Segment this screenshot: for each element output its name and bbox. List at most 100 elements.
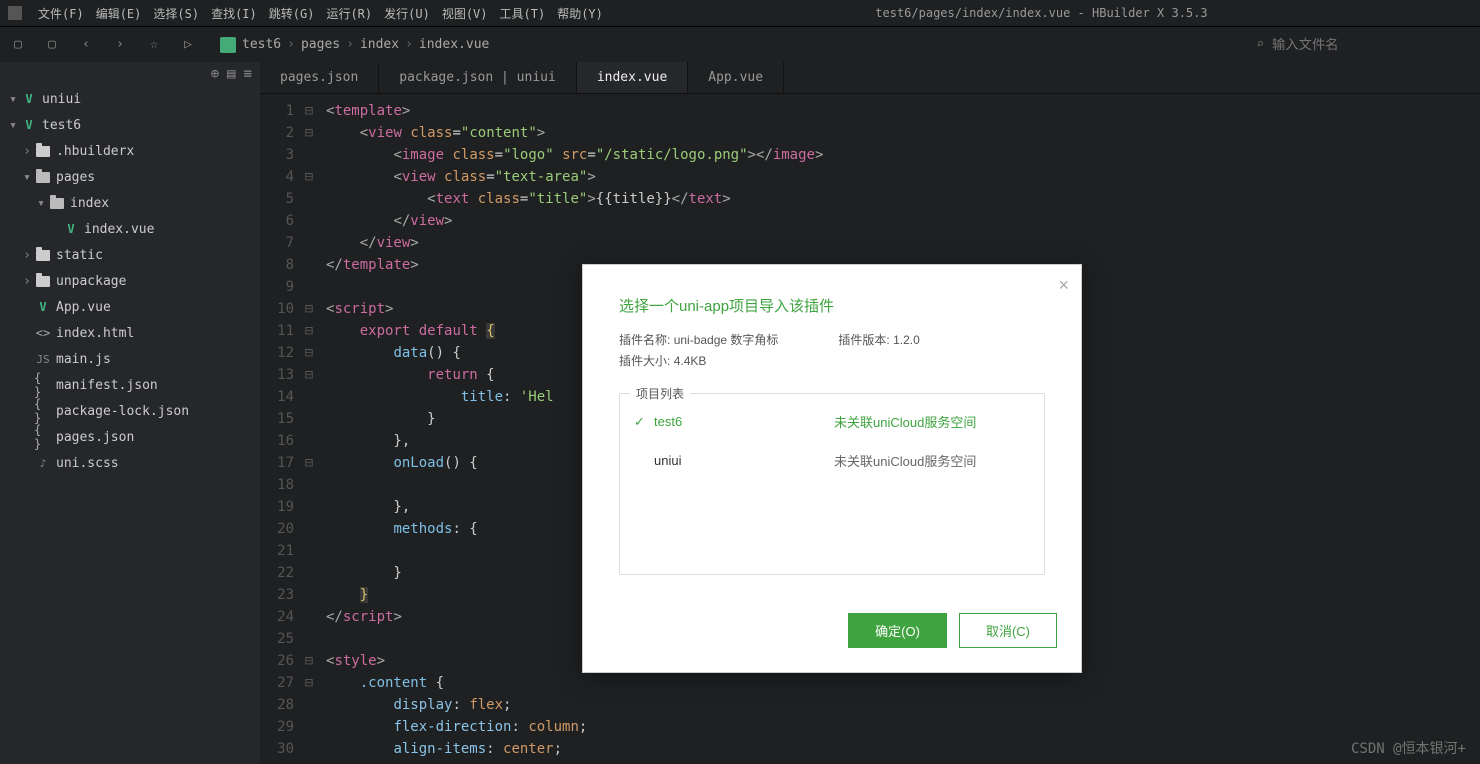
tree-item[interactable]: V App.vue bbox=[0, 294, 260, 320]
crumb[interactable]: test6 bbox=[242, 37, 281, 52]
project-name: uniui bbox=[654, 453, 834, 468]
plugin-version-row: 插件版本: 1.2.0 bbox=[838, 330, 919, 350]
ok-button[interactable]: 确定(O) bbox=[848, 613, 947, 648]
tree-item-label: static bbox=[56, 248, 103, 263]
project-status: 未关联uniCloud服务空间 bbox=[834, 412, 976, 431]
folder-icon bbox=[34, 273, 52, 289]
project-row[interactable]: ✓test6未关联uniCloud服务空间 bbox=[620, 402, 1044, 441]
tree-item[interactable]: JS main.js bbox=[0, 346, 260, 372]
add-icon[interactable]: ⊕ bbox=[211, 66, 219, 82]
js-icon: JS bbox=[34, 351, 52, 367]
chevron-icon[interactable]: › bbox=[20, 144, 34, 159]
vue-file-icon bbox=[220, 37, 236, 53]
toolbar: ▢ ▢ ‹ › ☆ ▷ test6› pages› index› index.v… bbox=[0, 26, 1480, 62]
json-icon: { } bbox=[34, 403, 52, 419]
tree-item-label: uni.scss bbox=[56, 456, 119, 471]
tree-item[interactable]: Vindex.vue bbox=[0, 216, 260, 242]
crumb[interactable]: index bbox=[360, 37, 399, 52]
menu-item[interactable]: 查找(I) bbox=[205, 3, 263, 24]
tree-item[interactable]: › .hbuilderx bbox=[0, 138, 260, 164]
breadcrumb[interactable]: test6› pages› index› index.vue bbox=[220, 37, 489, 53]
plugin-size-row: 插件大小: 4.4KB bbox=[619, 352, 1045, 369]
run-icon[interactable]: ▷ bbox=[178, 35, 198, 55]
editor-tab[interactable]: index.vue bbox=[577, 62, 688, 93]
html-icon: <> bbox=[34, 325, 52, 341]
nav-forward-icon[interactable]: › bbox=[110, 35, 130, 55]
menu-item[interactable]: 编辑(E) bbox=[90, 3, 148, 24]
tree-item[interactable]: ▾Vtest6 bbox=[0, 112, 260, 138]
tree-item[interactable]: { } pages.json bbox=[0, 424, 260, 450]
tree-item-label: unpackage bbox=[56, 274, 126, 289]
tree-item[interactable]: › unpackage bbox=[0, 268, 260, 294]
menu-item[interactable]: 选择(S) bbox=[147, 3, 205, 24]
search-input[interactable] bbox=[1272, 37, 1472, 52]
tree-item[interactable]: ♪uni.scss bbox=[0, 450, 260, 476]
editor-tab[interactable]: package.json | uniui bbox=[379, 62, 577, 93]
search-icon[interactable]: ⌕ bbox=[1256, 37, 1264, 52]
editor-tabs: pages.jsonpackage.json | uniuiindex.vueA… bbox=[260, 62, 1480, 94]
project-status: 未关联uniCloud服务空间 bbox=[834, 451, 976, 470]
crumb[interactable]: pages bbox=[301, 37, 340, 52]
sidebar-toolbar: ⊕ ▤ ≡ bbox=[0, 62, 260, 86]
project-list-fieldset: 项目列表 ✓test6未关联uniCloud服务空间uniui未关联uniClo… bbox=[619, 385, 1045, 575]
menu-bar: 文件(F)编辑(E)选择(S)查找(I)跳转(G)运行(R)发行(U)视图(V)… bbox=[0, 0, 1480, 26]
tree-item-label: index bbox=[70, 196, 109, 211]
tree-item-label: manifest.json bbox=[56, 378, 158, 393]
panel-left-icon[interactable]: ▢ bbox=[8, 35, 28, 55]
file-tree[interactable]: ▾Vuniui▾Vtest6›.hbuilderx▾pages▾indexVin… bbox=[0, 86, 260, 764]
plugin-name-row: 插件名称: uni-badge 数字角标 bbox=[619, 330, 778, 350]
tree-item-label: pages bbox=[56, 170, 95, 185]
chevron-icon[interactable]: ▾ bbox=[20, 170, 34, 185]
line-gutter: 1234567891011121314151617181920212223242… bbox=[260, 94, 300, 764]
menu-item[interactable]: 视图(V) bbox=[436, 3, 494, 24]
vue-icon: V bbox=[34, 299, 52, 315]
dialog-title: 选择一个uni-app项目导入该插件 bbox=[619, 295, 1045, 316]
chevron-icon[interactable]: ▾ bbox=[34, 196, 48, 211]
tree-item[interactable]: ▾ index bbox=[0, 190, 260, 216]
tree-item[interactable]: ▾ pages bbox=[0, 164, 260, 190]
close-icon[interactable]: × bbox=[1058, 275, 1069, 296]
tree-item[interactable]: { } manifest.json bbox=[0, 372, 260, 398]
tree-item-label: main.js bbox=[56, 352, 111, 367]
chevron-icon[interactable]: › bbox=[20, 274, 34, 289]
project-list-legend: 项目列表 bbox=[630, 385, 690, 402]
crumb[interactable]: index.vue bbox=[419, 37, 489, 52]
tree-item[interactable]: › static bbox=[0, 242, 260, 268]
tree-item-label: test6 bbox=[42, 118, 81, 133]
star-icon[interactable]: ☆ bbox=[144, 35, 164, 55]
fold-column[interactable]: ⊟⊟ ⊟ ⊟⊟⊟⊟ ⊟ ⊟⊟ bbox=[300, 94, 318, 764]
menu-item[interactable]: 工具(T) bbox=[494, 3, 552, 24]
menu-item[interactable]: 跳转(G) bbox=[263, 3, 321, 24]
menu-item[interactable]: 运行(R) bbox=[320, 3, 378, 24]
tree-item-label: index.vue bbox=[84, 222, 154, 237]
tree-item[interactable]: ▾Vuniui bbox=[0, 86, 260, 112]
window-title: test6/pages/index/index.vue - HBuilder X… bbox=[611, 6, 1472, 20]
editor-tab[interactable]: App.vue bbox=[688, 62, 784, 93]
vue-icon: V bbox=[20, 91, 38, 107]
tree-item-label: pages.json bbox=[56, 430, 134, 445]
project-row[interactable]: uniui未关联uniCloud服务空间 bbox=[620, 441, 1044, 480]
import-plugin-dialog: × 选择一个uni-app项目导入该插件 插件名称: uni-badge 数字角… bbox=[582, 264, 1082, 673]
menu-item[interactable]: 文件(F) bbox=[32, 3, 90, 24]
json-icon: { } bbox=[34, 429, 52, 445]
tree-item-label: .hbuilderx bbox=[56, 144, 134, 159]
tree-item-label: package-lock.json bbox=[56, 404, 189, 419]
cancel-button[interactable]: 取消(C) bbox=[959, 613, 1057, 648]
tree-item[interactable]: <> index.html bbox=[0, 320, 260, 346]
chevron-icon[interactable]: › bbox=[20, 248, 34, 263]
watermark: CSDN @恒本银河+ bbox=[1351, 738, 1466, 758]
tree-item-label: App.vue bbox=[56, 300, 111, 315]
chevron-icon[interactable]: ▾ bbox=[6, 92, 20, 107]
folder-icon bbox=[34, 247, 52, 263]
tree-item-label: index.html bbox=[56, 326, 134, 341]
list-icon[interactable]: ▤ bbox=[227, 66, 235, 82]
tree-item[interactable]: { } package-lock.json bbox=[0, 398, 260, 424]
collapse-icon[interactable]: ≡ bbox=[244, 66, 252, 82]
menu-item[interactable]: 帮助(Y) bbox=[551, 3, 609, 24]
json-icon: { } bbox=[34, 377, 52, 393]
nav-back-icon[interactable]: ‹ bbox=[76, 35, 96, 55]
editor-tab[interactable]: pages.json bbox=[260, 62, 379, 93]
menu-item[interactable]: 发行(U) bbox=[378, 3, 436, 24]
chevron-icon[interactable]: ▾ bbox=[6, 118, 20, 133]
panel-bottom-icon[interactable]: ▢ bbox=[42, 35, 62, 55]
